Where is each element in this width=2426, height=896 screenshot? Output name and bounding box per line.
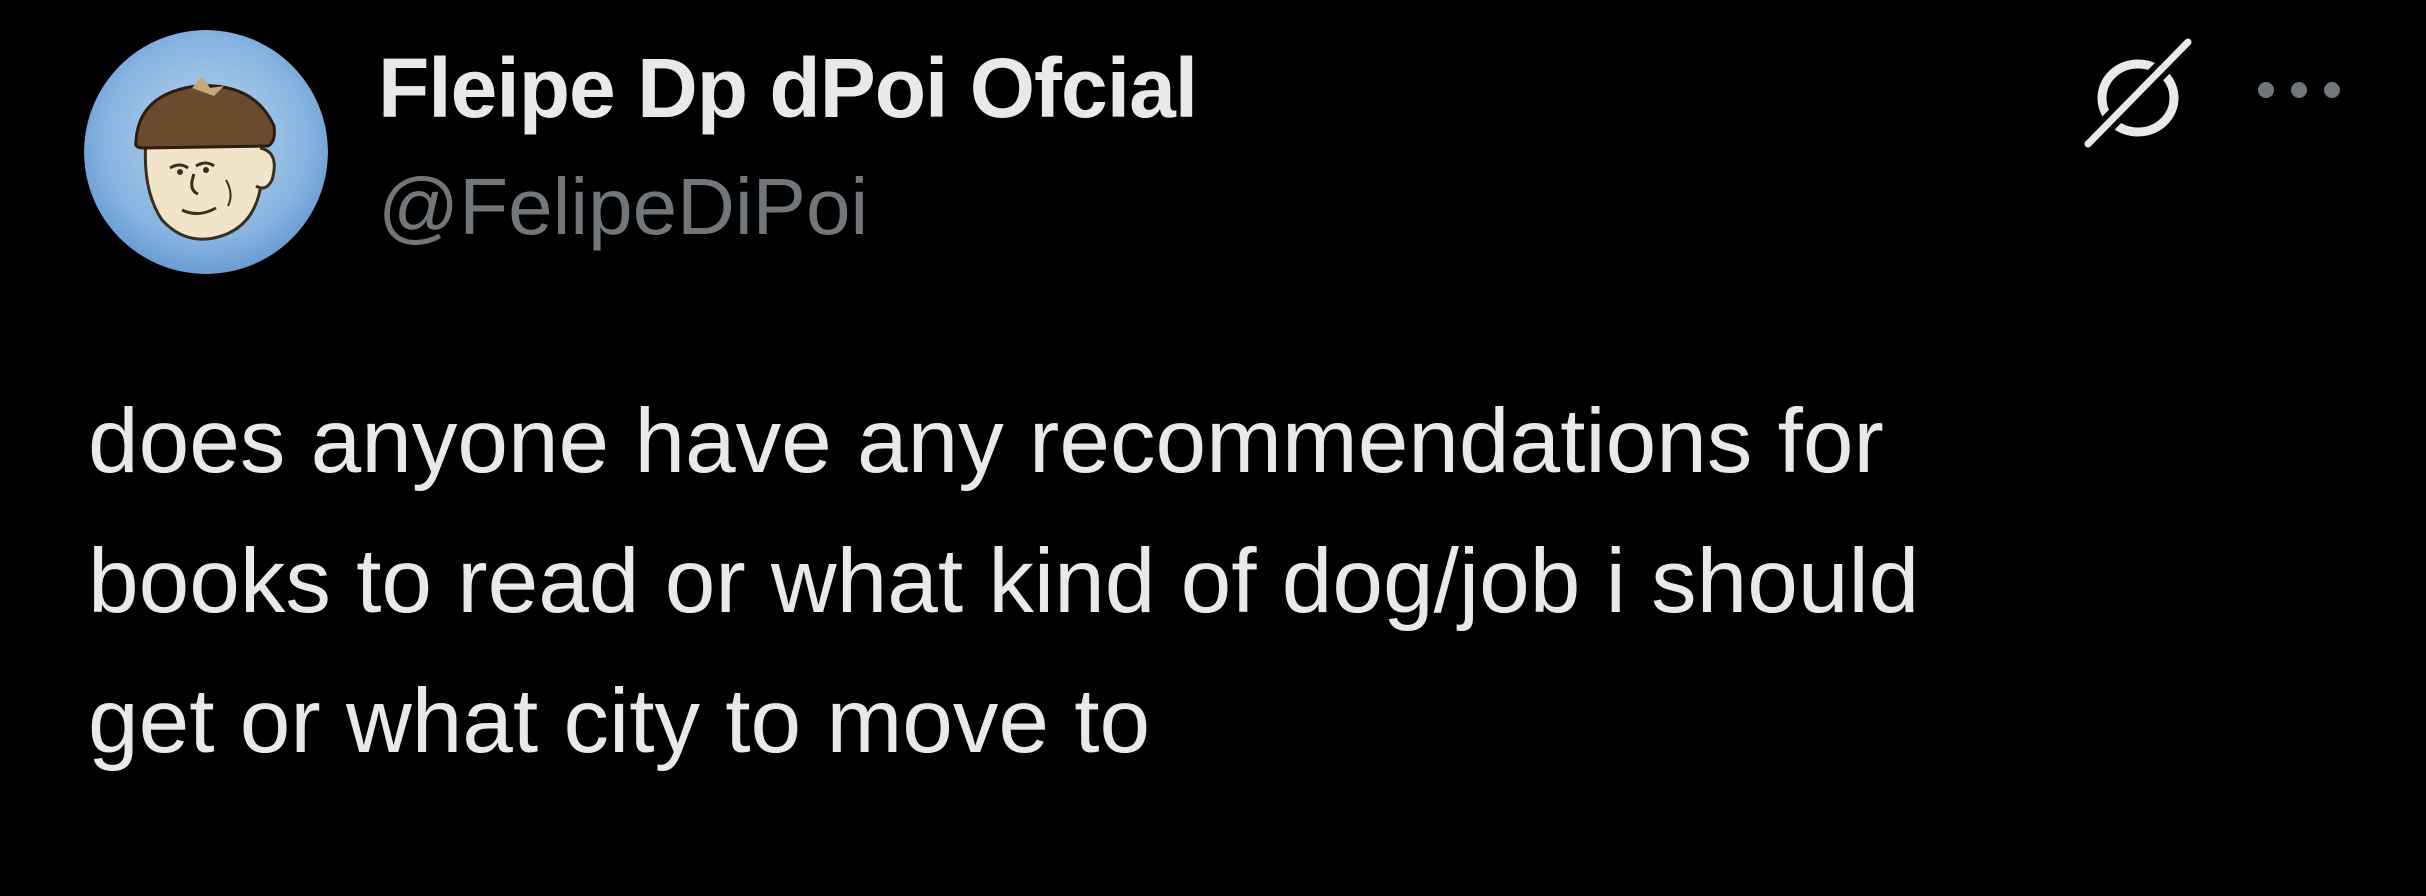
- user-handle[interactable]: @FelipeDiPoi: [378, 163, 868, 251]
- tweet-card: Fleipe Dp dPoi Ofcial @FelipeDiPoi does …: [0, 0, 2426, 896]
- cartoon-face-avatar-icon: [84, 30, 328, 274]
- display-name[interactable]: Fleipe Dp dPoi Ofcial: [378, 42, 1198, 135]
- more-options-button[interactable]: [2252, 70, 2346, 110]
- tweet-text: does anyone have any recommendations for…: [88, 391, 1920, 772]
- grok-button[interactable]: [2080, 36, 2200, 152]
- avatar[interactable]: [84, 30, 328, 274]
- grok-slash-icon: [2080, 36, 2197, 152]
- more-dots-icon: [2258, 82, 2340, 98]
